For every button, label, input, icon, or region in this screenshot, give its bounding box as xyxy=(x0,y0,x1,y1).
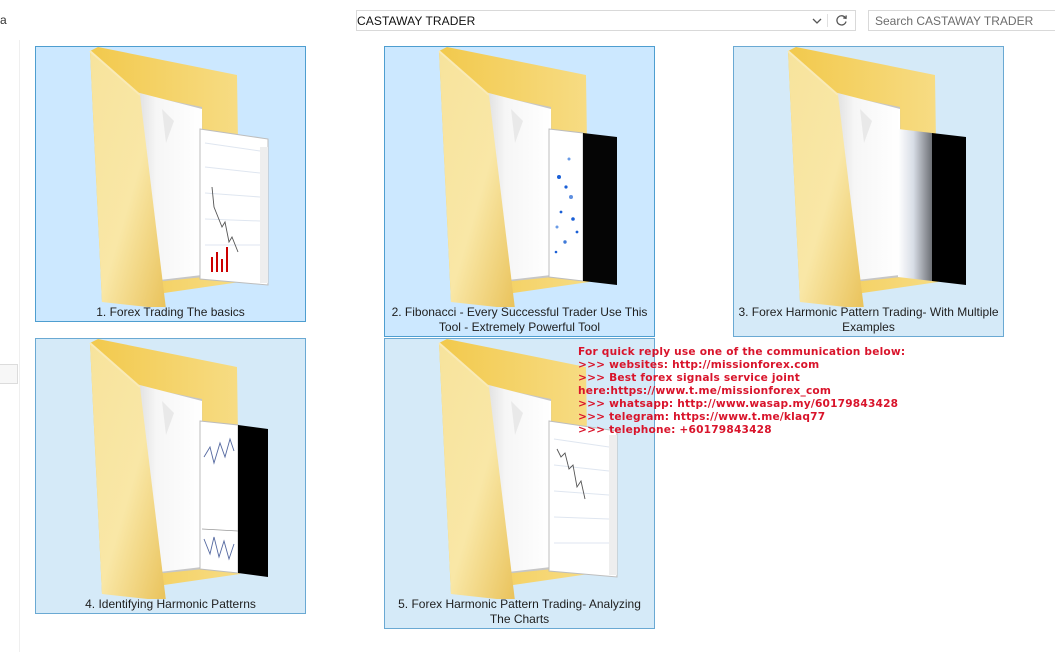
toolbar: a CASTAWAY TRADER xyxy=(0,0,1055,40)
search-input[interactable] xyxy=(875,13,1051,28)
preview-price-chart-dark xyxy=(199,420,268,577)
folder-label: 1. Forex Trading The basics xyxy=(96,305,245,319)
overlay-line: >>> telegram: https://www.t.me/klaq77 xyxy=(578,411,826,423)
overlay-line: >>> telephone: +60179843428 xyxy=(578,424,772,436)
overlay-contact-text: For quick reply use one of the communica… xyxy=(578,346,1048,437)
address-path[interactable]: CASTAWAY TRADER xyxy=(357,14,475,28)
folder-label: 4. Identifying Harmonic Patterns xyxy=(85,597,256,611)
folder-item-3[interactable]: 3. Forex Harmonic Pattern Trading- With … xyxy=(733,46,1004,337)
preview-gradient-dark xyxy=(898,129,966,285)
folder-item-1[interactable]: 1. Forex Trading The basics xyxy=(35,46,306,322)
preview-price-chart xyxy=(548,420,618,578)
folder-item-4[interactable]: 4. Identifying Harmonic Patterns xyxy=(35,338,306,614)
overlay-line: >>> websites: http://missionforex.com xyxy=(578,359,820,371)
preview-price-chart xyxy=(199,128,269,286)
folder-icon xyxy=(438,47,617,307)
folder-label: 2. Fibonacci - Every Successful Trader U… xyxy=(391,305,648,334)
address-bar[interactable]: CASTAWAY TRADER xyxy=(356,10,856,31)
overlay-line: here:https://www.t.me/missionforex_com xyxy=(578,385,832,397)
overlay-line: For quick reply use one of the communica… xyxy=(578,346,906,358)
folder-icon xyxy=(89,339,268,599)
overlay-line: >>> whatsapp: http://www.wasap.my/601798… xyxy=(578,398,899,410)
folder-label: 3. Forex Harmonic Pattern Trading- With … xyxy=(738,305,999,334)
nav-pane-item[interactable] xyxy=(0,364,18,384)
overlay-line: >>> Best forex signals service joint xyxy=(578,372,801,384)
nav-pane-divider[interactable] xyxy=(19,40,20,652)
preview-scatter-dark xyxy=(548,128,617,285)
search-box[interactable] xyxy=(868,10,1055,31)
folder-icon xyxy=(89,47,269,307)
folder-item-2[interactable]: 2. Fibonacci - Every Successful Trader U… xyxy=(384,46,655,337)
folder-icon xyxy=(787,47,966,307)
chevron-down-icon[interactable] xyxy=(807,11,827,30)
address-divider xyxy=(827,14,828,27)
folder-label: 5. Forex Harmonic Pattern Trading- Analy… xyxy=(398,597,641,626)
nav-pane-label: a xyxy=(0,13,7,27)
refresh-icon[interactable] xyxy=(830,11,852,30)
